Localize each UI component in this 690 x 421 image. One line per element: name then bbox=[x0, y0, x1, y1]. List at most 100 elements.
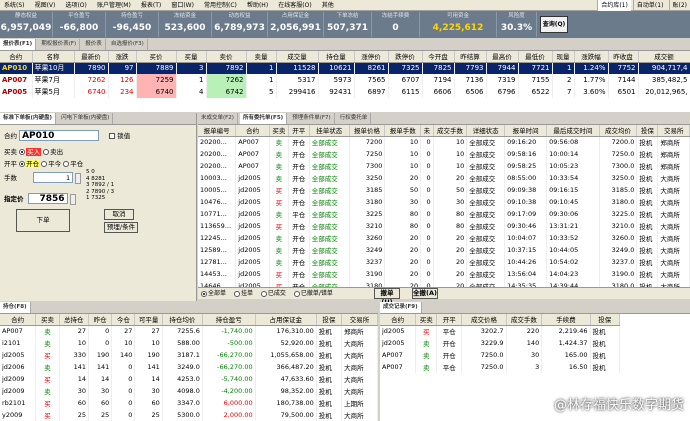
positions-col-header[interactable]: 今仓 bbox=[111, 314, 136, 326]
orders-col-header[interactable]: 挂单状态 bbox=[309, 125, 350, 137]
table-row[interactable]: 12245... jd2005 卖开仓 全部成交 3260 20 0 20 全部成交 10:04:… bbox=[198, 232, 690, 244]
positions-col-header[interactable]: 投保 bbox=[316, 314, 343, 326]
table-row[interactable]: y2009 买 25 25 0 25 5300.0 2,000.00 79,500.00 投机 大商… bbox=[0, 409, 378, 421]
menu-view[interactable]: 视图(V) bbox=[31, 0, 60, 11]
quote-col-header[interactable]: 买量 bbox=[176, 51, 207, 63]
positions-col-header[interactable]: 合约 bbox=[0, 314, 37, 326]
orders-col-header[interactable]: 未 bbox=[420, 125, 434, 137]
orders-col-header[interactable]: 详细状态 bbox=[466, 125, 506, 137]
table-row[interactable]: AP007 卖 27 0 27 27 7255.6 -1,740.00 176,310.00 投机… bbox=[0, 325, 378, 337]
trades-col-header[interactable]: 买卖 bbox=[415, 314, 438, 326]
positions-col-header[interactable]: 总持仓 bbox=[59, 314, 90, 326]
table-row[interactable]: AP007 苹果7月 7262 126 7259 1 7262 1 5317 5973 7565 67… bbox=[0, 74, 690, 86]
quote-col-header[interactable]: 持仓量 bbox=[318, 51, 355, 63]
quote-col-header[interactable]: 昨收盘 bbox=[608, 51, 639, 63]
table-row[interactable]: 10003... jd2005 卖开仓 全部成交 3250 20 0 20 全部成交 08:55:… bbox=[198, 172, 690, 184]
menu-service[interactable]: 在线客服(O) bbox=[274, 0, 315, 11]
trades-col-header[interactable]: 成交价格 bbox=[461, 314, 507, 326]
tab-exercise-orders[interactable]: 行权委托单 bbox=[337, 113, 372, 124]
table-row[interactable]: AP010 苹果10月 7890 97 7889 3 7892 1 11528 10621 8261… bbox=[0, 62, 690, 74]
submit-order-button[interactable]: 下单 bbox=[16, 209, 70, 232]
positions-col-header[interactable]: 占用保证金 bbox=[255, 314, 317, 326]
orders-col-header[interactable]: 报单价格 bbox=[349, 125, 386, 137]
table-row[interactable]: 14453... jd2005 买开仓 全部成交 3190 20 0 20 全部成交 13:56:… bbox=[198, 268, 690, 280]
filter-all-radio[interactable] bbox=[201, 290, 207, 297]
menu-help[interactable]: 帮助(H) bbox=[243, 0, 272, 11]
filter-pending-radio[interactable] bbox=[233, 290, 240, 297]
lock-checkbox[interactable] bbox=[109, 133, 116, 139]
orders-col-header[interactable]: 最后成交时间 bbox=[546, 125, 600, 137]
tab-quote[interactable]: 报价表(F1) bbox=[0, 39, 37, 50]
positions-col-header[interactable]: 持仓盈亏 bbox=[202, 314, 256, 326]
table-row[interactable]: 10005... jd2005 买开仓 全部成交 3185 50 0 50 全部成交 09:09:… bbox=[198, 184, 690, 196]
quote-col-header[interactable]: 买价 bbox=[136, 51, 177, 63]
filter-filled-radio[interactable] bbox=[260, 290, 267, 297]
tab-standard-order[interactable]: 标准下单板(内硬盘) bbox=[0, 113, 57, 124]
query-button[interactable]: 查询(Q) bbox=[540, 16, 568, 33]
quote-col-header[interactable]: 名称 bbox=[32, 51, 75, 63]
tab-trades[interactable]: 成交记录(F9) bbox=[380, 302, 422, 313]
quote-col-header[interactable]: 涨跌 bbox=[108, 51, 137, 63]
tab-pending-orders[interactable]: 未成交单(F2) bbox=[198, 113, 238, 124]
tab-auto-order[interactable]: 自动单(1) bbox=[632, 0, 667, 11]
tab-all-orders[interactable]: 所有委托单(F5) bbox=[240, 113, 288, 124]
table-row[interactable]: jd2006 卖 141 141 0 141 3249.0 -66,270.00 366,487… bbox=[0, 361, 378, 373]
table-row[interactable]: 20200... AP007 卖开仓 全部成交 7200 10 0 10 全部成交 09:16:2… bbox=[198, 136, 690, 148]
table-row[interactable]: jd2005 买平仓 3202.7 220 2,219.46 投机 bbox=[380, 325, 621, 337]
table-row[interactable]: jd2009 卖 30 30 0 30 4098.0 -4,200.00 98,352.00 投机… bbox=[0, 385, 378, 397]
quote-col-header[interactable]: 卖量 bbox=[246, 51, 277, 63]
quote-col-header[interactable]: 最新价 bbox=[74, 51, 109, 63]
quote-col-header[interactable]: 成交量 bbox=[276, 51, 319, 63]
orders-col-header[interactable]: 投保 bbox=[636, 125, 659, 137]
table-row[interactable]: rb2101 买 60 60 0 60 3347.0 6,000.00 180,738.00 投机… bbox=[0, 397, 378, 409]
positions-col-header[interactable]: 交易所 bbox=[341, 314, 378, 326]
preset-order-button[interactable]: 预埋/条件 bbox=[104, 222, 138, 233]
positions-col-header[interactable]: 持仓均价 bbox=[162, 314, 203, 326]
contract-input[interactable]: AP010 bbox=[19, 130, 100, 141]
menu-account[interactable]: 账户管理(M) bbox=[93, 0, 135, 11]
tab-positions[interactable]: 持仓(F8) bbox=[0, 302, 31, 313]
orders-col-header[interactable]: 报单时间 bbox=[504, 125, 548, 137]
menu-control[interactable]: 常用控制(C) bbox=[200, 0, 241, 11]
positions-col-header[interactable]: 昨仓 bbox=[88, 314, 113, 326]
tab-quote-2[interactable]: 报价表 bbox=[82, 39, 106, 50]
quote-col-header[interactable]: 合约 bbox=[0, 51, 33, 63]
table-row[interactable]: i2101 卖 10 0 10 10 588.00 -500.00 52,920.00 投机 大商所 bbox=[0, 337, 378, 349]
open-radio[interactable] bbox=[19, 161, 26, 167]
qty-input[interactable]: 1 bbox=[33, 172, 74, 183]
menu-window[interactable]: 窗口(W) bbox=[167, 0, 198, 11]
table-row[interactable]: jd2005 买 330 190 140 190 3187.1 -66,270.00 1,055… bbox=[0, 349, 378, 361]
quote-col-header[interactable]: 卖价 bbox=[206, 51, 247, 63]
orders-col-header[interactable]: 买卖 bbox=[269, 125, 289, 137]
table-row[interactable]: AP007 卖平仓 7250.0 3 16.50 投机 bbox=[380, 361, 621, 373]
menu-system[interactable]: 系统(S) bbox=[0, 0, 29, 11]
table-row[interactable]: 10771... jd2005 卖平仓 全部成交 3225 80 0 80 全部成交 09:17:… bbox=[198, 208, 690, 220]
menu-other[interactable]: 其他 bbox=[318, 0, 338, 11]
orders-col-header[interactable]: 合约 bbox=[235, 125, 270, 137]
tab-flash-order[interactable]: 闪电下单板(内硬盘) bbox=[58, 113, 114, 124]
cancel-button[interactable]: 取消 bbox=[104, 209, 134, 220]
price-input[interactable]: 7856 bbox=[27, 193, 68, 204]
quote-col-header[interactable]: 涨停价 bbox=[354, 51, 389, 63]
quote-col-header[interactable]: 成交额 bbox=[638, 51, 690, 63]
table-row[interactable]: jd2005 卖开仓 3229.9 140 1,424.37 投机 bbox=[380, 337, 621, 349]
close-radio[interactable] bbox=[63, 161, 70, 167]
quote-col-header[interactable]: 最低价 bbox=[518, 51, 553, 63]
orders-col-header[interactable]: 交易所 bbox=[657, 125, 690, 137]
table-row[interactable]: 14646... jd2005 买开仓 全部成交 3180 20 0 20 全部成交 14:35:… bbox=[198, 280, 690, 287]
positions-col-header[interactable]: 买卖 bbox=[35, 314, 60, 326]
table-row[interactable]: 20200... AP007 卖开仓 全部成交 7250 10 0 10 全部成交 09:58:1… bbox=[198, 148, 690, 160]
tab-account[interactable]: 账(2) bbox=[668, 0, 690, 11]
quote-col-header[interactable]: 现量 bbox=[552, 51, 575, 63]
trades-col-header[interactable]: 开平 bbox=[436, 314, 463, 326]
quote-col-header[interactable]: 最高价 bbox=[486, 51, 519, 63]
trades-col-header[interactable]: 成交手数 bbox=[506, 314, 543, 326]
table-row[interactable]: 10476... jd2005 买开仓 全部成交 3180 30 0 30 全部成交 09:10:… bbox=[198, 196, 690, 208]
quote-col-header[interactable]: 今开盘 bbox=[422, 51, 455, 63]
orders-col-header[interactable]: 报单手数 bbox=[384, 125, 422, 137]
trades-col-header[interactable]: 投保 bbox=[590, 314, 621, 326]
table-row[interactable]: AP007 卖开仓 7250.0 30 165.00 投机 bbox=[380, 349, 621, 361]
trades-col-header[interactable]: 手续费 bbox=[541, 314, 591, 326]
sell-radio[interactable] bbox=[43, 149, 50, 155]
tab-preset-orders[interactable]: 预埋条件单(F7) bbox=[289, 113, 335, 124]
